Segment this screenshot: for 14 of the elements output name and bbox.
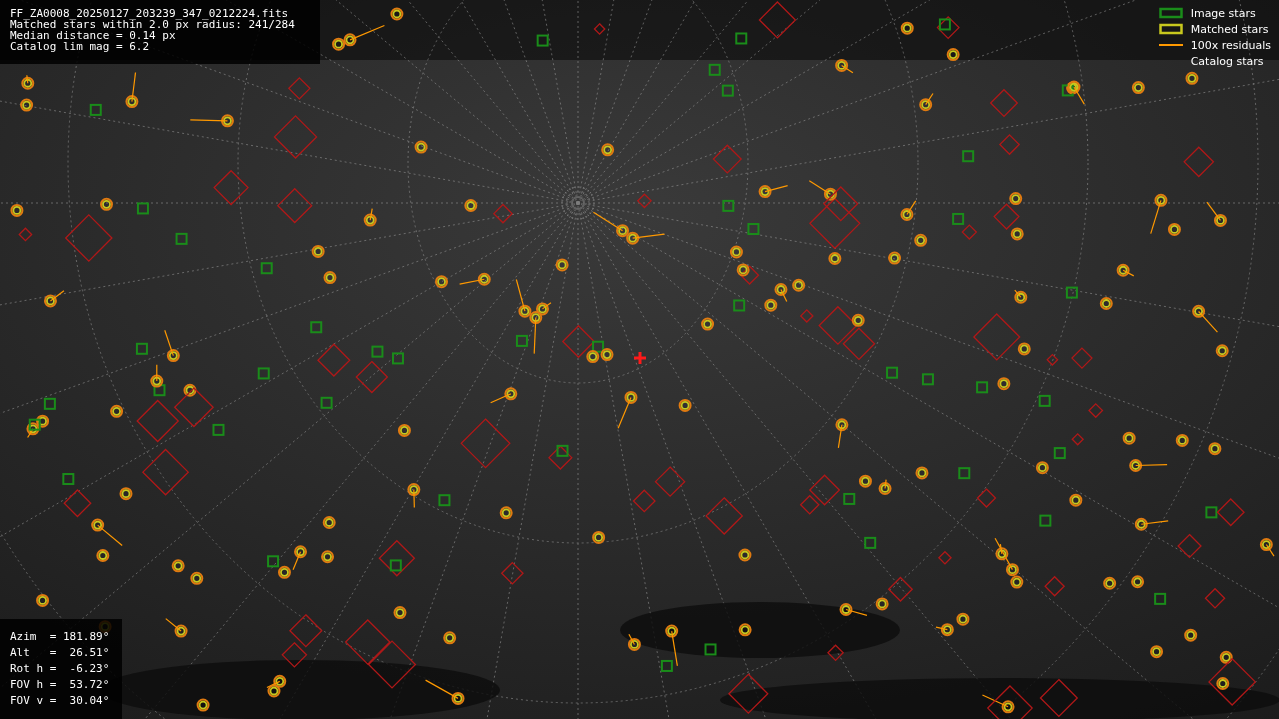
info-text: FF_ZA0008_20250127_203239_347_0212224.fits <box>10 8 289 19</box>
legend-label: Catalog stars <box>1190 54 1264 68</box>
cross-icon <box>634 352 646 364</box>
pointing-text: Azim = 181.89° <box>10 629 110 645</box>
info-text: Matched stars within 2.0 px radius: 241/284 <box>10 19 295 30</box>
legend-label: 100x residuals <box>1190 38 1271 52</box>
legend-label: Matched stars <box>1190 22 1269 36</box>
legend-label: Image stars <box>1190 6 1256 20</box>
pointing-text: Alt = 26.51° <box>10 645 110 661</box>
info-text: Catalog lim mag = 6.2 <box>10 41 150 52</box>
pointing-text: FOV v = 30.04° <box>10 693 110 709</box>
info-text: Median distance = 0.14 px <box>10 30 176 41</box>
pointing-text: FOV h = 53.72° <box>10 677 110 693</box>
pointing-text: Rot h = -6.23° <box>10 661 110 677</box>
